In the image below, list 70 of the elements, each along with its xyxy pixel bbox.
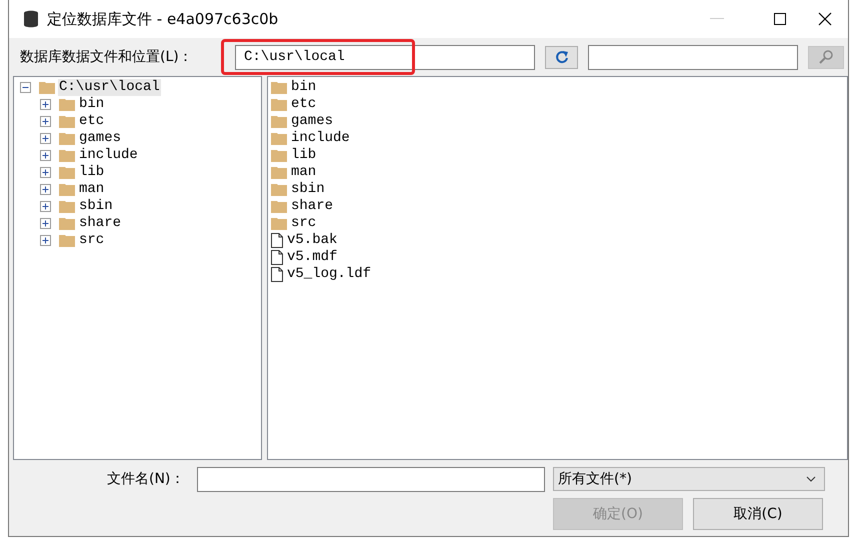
folder-icon <box>271 200 287 213</box>
folder-icon <box>271 81 287 94</box>
file-icon <box>271 233 283 248</box>
tree-item[interactable]: games <box>78 130 122 147</box>
folder-icon <box>271 149 287 162</box>
expand-icon[interactable] <box>40 201 51 212</box>
file-icon <box>271 250 283 265</box>
file-item[interactable]: lib <box>290 147 318 164</box>
tree-item[interactable]: lib <box>78 164 106 181</box>
expand-icon[interactable] <box>40 184 51 195</box>
expand-icon[interactable] <box>40 150 51 161</box>
folder-icon <box>59 234 75 247</box>
window-title: 定位数据库文件 - e4a097c63c0b <box>47 10 278 28</box>
folder-icon <box>59 217 75 230</box>
file-item[interactable]: v5.mdf <box>286 249 338 266</box>
tree-item[interactable]: include <box>78 147 139 164</box>
file-name-label: 文件名(N)： <box>107 470 186 488</box>
cancel-button[interactable]: 取消(C) <box>693 498 823 530</box>
file-item[interactable]: etc <box>290 96 318 113</box>
expand-icon[interactable] <box>40 235 51 246</box>
tree-item[interactable]: src <box>78 232 106 249</box>
file-item[interactable]: src <box>290 215 318 232</box>
maximize-icon[interactable] <box>774 13 786 25</box>
tree-item[interactable]: C:\usr\local <box>58 79 161 96</box>
search-field[interactable] <box>588 44 798 70</box>
folder-icon <box>271 132 287 145</box>
expand-icon[interactable] <box>40 218 51 229</box>
folder-icon <box>39 81 55 94</box>
file-item[interactable]: games <box>290 113 334 130</box>
tree-item[interactable]: bin <box>78 96 106 113</box>
search-button[interactable] <box>808 46 844 68</box>
close-icon[interactable] <box>818 12 832 26</box>
folder-icon <box>271 98 287 111</box>
tree-item[interactable]: etc <box>78 113 106 130</box>
tree-item[interactable]: sbin <box>78 198 114 215</box>
file-item[interactable]: share <box>290 198 334 215</box>
file-icon <box>271 267 283 282</box>
search-icon <box>818 49 834 65</box>
expand-icon[interactable] <box>40 99 51 110</box>
refresh-icon <box>554 50 568 64</box>
file-item[interactable]: v5_log.ldf <box>286 266 372 283</box>
folder-icon <box>59 132 75 145</box>
folder-icon <box>59 149 75 162</box>
refresh-button[interactable] <box>545 46 578 68</box>
database-icon <box>23 10 39 28</box>
expand-icon[interactable] <box>40 133 51 144</box>
file-item[interactable]: include <box>290 130 351 147</box>
collapse-icon[interactable] <box>20 82 31 93</box>
file-name-field[interactable] <box>197 466 545 492</box>
folder-icon <box>59 183 75 196</box>
folder-icon <box>59 98 75 111</box>
location-label: 数据库数据文件和位置(L)： <box>20 48 194 66</box>
tree-item[interactable]: share <box>78 215 122 232</box>
expand-icon[interactable] <box>40 167 51 178</box>
chevron-down-icon <box>806 476 816 482</box>
tree-item[interactable]: man <box>78 181 106 198</box>
file-item[interactable]: v5.bak <box>286 232 338 249</box>
file-type-dropdown[interactable]: 所有文件(*) <box>553 467 825 491</box>
folder-icon <box>271 115 287 128</box>
folder-icon <box>59 200 75 213</box>
file-item[interactable]: sbin <box>290 181 326 198</box>
expand-icon[interactable] <box>40 116 51 127</box>
folder-icon <box>59 166 75 179</box>
folder-icon <box>271 183 287 196</box>
file-item[interactable]: man <box>290 164 318 181</box>
folder-icon <box>271 166 287 179</box>
file-item[interactable]: bin <box>290 79 318 96</box>
location-field[interactable]: C:\usr\local <box>235 44 535 70</box>
folder-icon <box>271 217 287 230</box>
folder-icon <box>59 115 75 128</box>
